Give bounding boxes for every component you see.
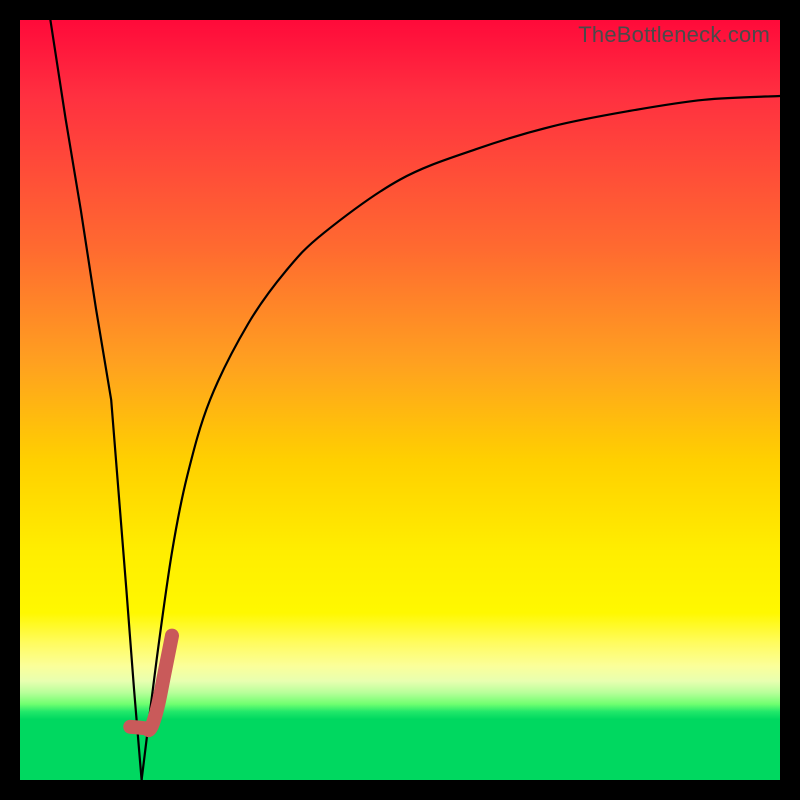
right-growth-curve	[142, 96, 780, 780]
plot-area: TheBottleneck.com	[20, 20, 780, 780]
curve-layer	[20, 20, 780, 780]
left-descent-curve	[50, 20, 141, 780]
chart-frame: TheBottleneck.com	[0, 0, 800, 800]
